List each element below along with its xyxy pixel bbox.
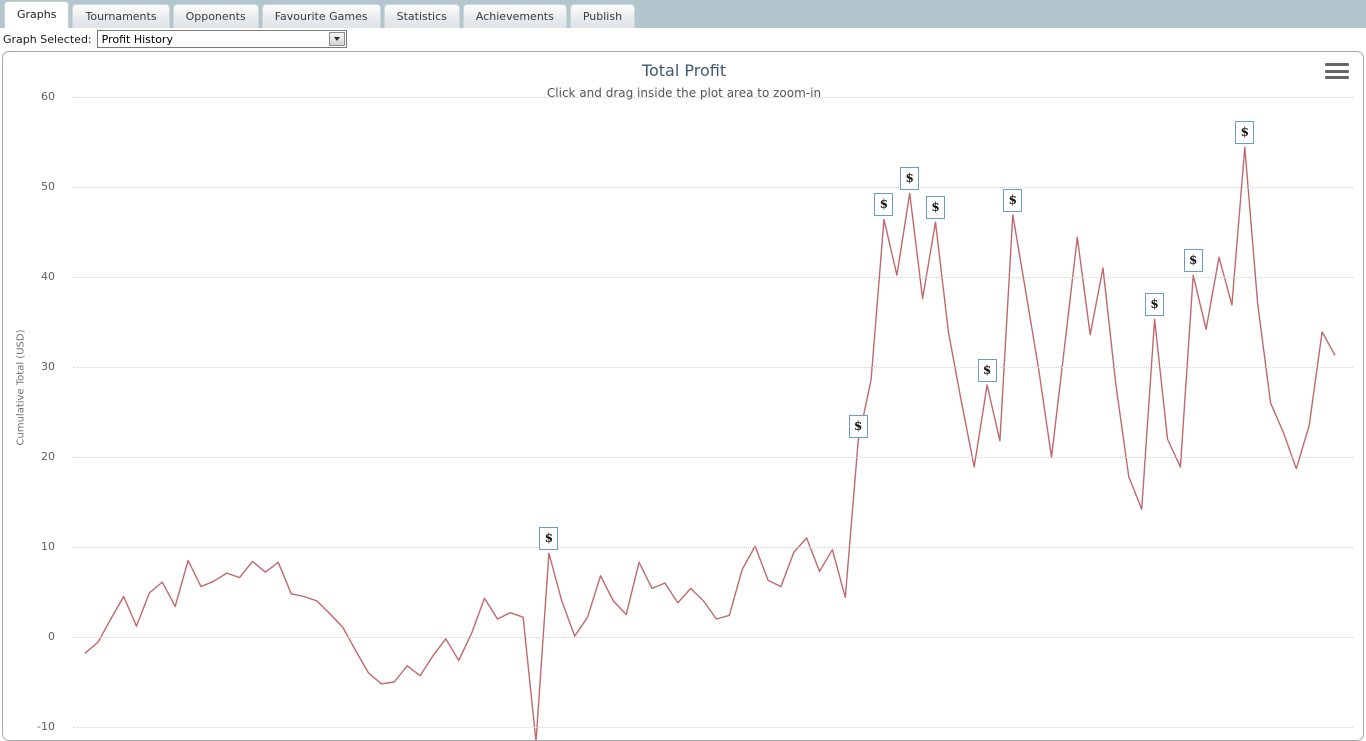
dollar-flag-marker[interactable]: $ [1183, 249, 1203, 273]
tab-opponents[interactable]: Opponents [172, 4, 259, 28]
graph-select-dropdown[interactable]: Profit History [96, 30, 347, 48]
graph-select-value: Profit History [101, 32, 173, 46]
dollar-flag-marker[interactable]: $ [874, 193, 894, 217]
dollar-flag-marker[interactable]: $ [926, 196, 945, 220]
dollar-flag-marker[interactable]: $ [848, 414, 868, 438]
y-axis-tick-label: 0 [48, 630, 55, 643]
tab-strip: Graphs Tournaments Opponents Favourite Game… [0, 0, 1366, 28]
graph-selected-label: Graph Selected: [3, 32, 92, 46]
gridline [73, 457, 1353, 458]
tab-achievements[interactable]: Achievements [462, 4, 567, 28]
gridline [73, 547, 1353, 548]
y-axis-tick-label: 50 [41, 180, 55, 193]
graph-selector-row: Graph Selected: Profit History [0, 28, 1366, 50]
tab-publish[interactable]: Publish [569, 4, 636, 28]
y-axis-tick-label: 20 [41, 450, 55, 463]
gridline [73, 277, 1353, 278]
dollar-flag-marker[interactable]: $ [1235, 121, 1255, 145]
y-axis-tick-label: -10 [37, 720, 55, 733]
tab-statistics[interactable]: Statistics [383, 4, 460, 28]
tab-tournaments[interactable]: Tournaments [72, 4, 170, 28]
gridline [73, 97, 1353, 98]
gridline [73, 367, 1353, 368]
tab-favourite-games[interactable]: Favourite Games [261, 4, 381, 28]
dollar-flag-marker[interactable]: $ [977, 359, 997, 382]
dollar-flag-marker[interactable]: $ [1003, 188, 1023, 212]
tab-graphs[interactable]: Graphs [4, 1, 70, 28]
y-axis-tick-label: 10 [41, 540, 55, 553]
plot-area[interactable]: Cumulative Total (USD) 60 50 40 30 20 10 0 -10 $… [3, 52, 1363, 740]
y-axis-tick-label: 30 [41, 360, 55, 373]
dollar-flag-marker[interactable]: $ [900, 167, 920, 191]
dollar-flag-marker[interactable]: $ [539, 527, 559, 551]
chart-panel: Total Profit Click and drag inside the p… [2, 51, 1364, 741]
chevron-down-icon[interactable] [328, 32, 345, 46]
y-axis-tick-label: 60 [41, 90, 55, 103]
dollar-flag-marker[interactable]: $ [1145, 293, 1165, 317]
gridline [73, 637, 1353, 638]
y-axis-tick-label: 40 [41, 270, 55, 283]
gridline [73, 727, 1353, 728]
gridline [73, 187, 1353, 188]
